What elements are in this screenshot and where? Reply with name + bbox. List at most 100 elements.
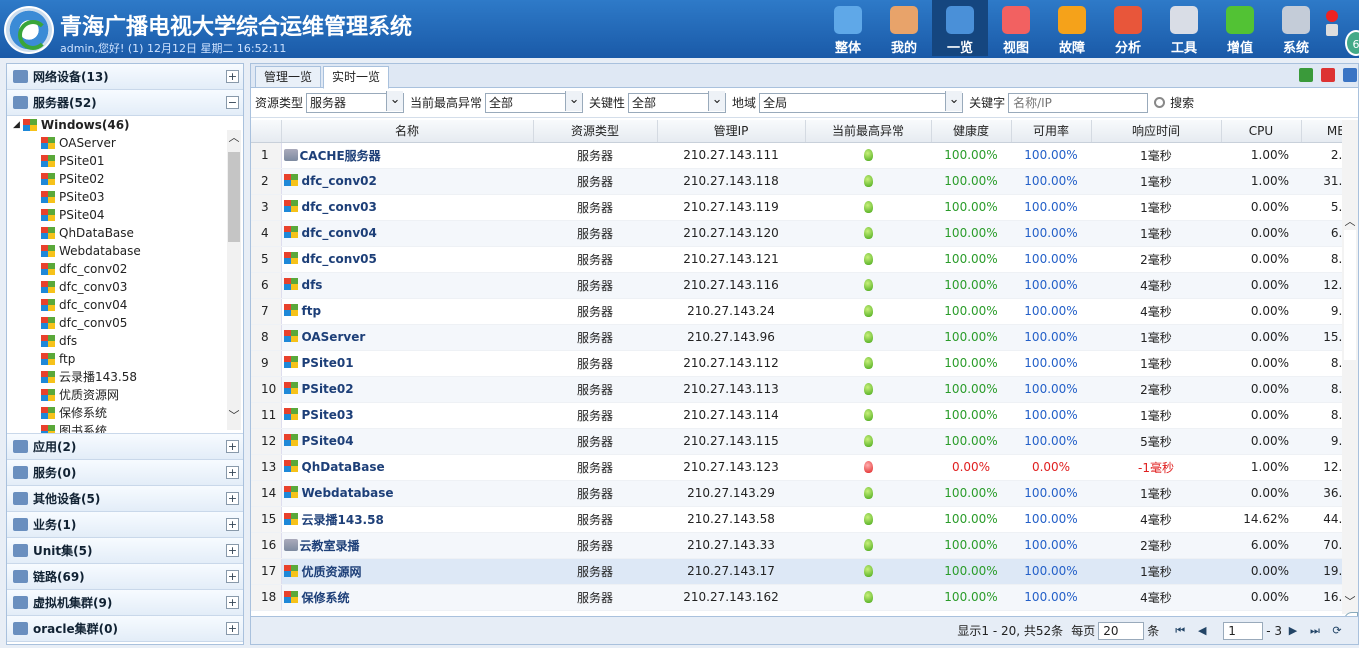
resource-name[interactable]: dfc_conv02 (302, 174, 377, 188)
tree-item[interactable]: dfc_conv04 (7, 296, 243, 314)
nav-topology-button[interactable]: 视图 (988, 0, 1044, 56)
resource-name-cell[interactable]: 云教室录播 (281, 532, 533, 559)
tree-item[interactable]: dfc_conv03 (7, 278, 243, 296)
sidebar-group[interactable]: 网络设备(13) + (7, 64, 243, 90)
expand-icon[interactable]: + (226, 596, 239, 609)
tree-scroll-thumb[interactable] (228, 152, 240, 242)
table-row[interactable]: 17 优质资源网 服务器 210.27.143.17 100.00% 100.00% 1毫秒… (251, 558, 1344, 585)
resource-name-cell[interactable]: ftp (281, 298, 533, 325)
tree-item[interactable]: QhDataBase (7, 224, 243, 242)
resource-name-cell[interactable]: PSite01 (281, 350, 533, 377)
alarm-light-icon[interactable] (1326, 10, 1338, 22)
expand-icon[interactable]: + (226, 440, 239, 453)
column-header[interactable]: 可用率 (1011, 120, 1092, 143)
next-page-icon[interactable]: ▶ (1285, 623, 1301, 639)
resource-name-cell[interactable]: PSite03 (281, 402, 533, 429)
column-header[interactable]: 健康度 (931, 120, 1012, 143)
nav-monitor-button[interactable]: 整体 (820, 0, 876, 56)
resource-name-cell[interactable]: dfc_conv05 (281, 246, 533, 273)
column-header[interactable]: MEM (1301, 120, 1344, 143)
nav-overview-button[interactable]: 一览 (932, 0, 988, 56)
tree-item[interactable]: dfs (7, 332, 243, 350)
table-row[interactable]: 10 PSite02 服务器 210.27.143.113 100.00% 100.00%… (251, 376, 1344, 403)
expand-icon[interactable]: + (226, 622, 239, 635)
table-row[interactable]: 9 PSite01 服务器 210.27.143.112 100.00% 100.00% 1… (251, 350, 1344, 377)
tree-item[interactable]: Webdatabase (7, 242, 243, 260)
expand-icon[interactable]: + (226, 70, 239, 83)
tree-item[interactable]: 优质资源网 (7, 386, 243, 404)
resource-name-cell[interactable]: dfc_conv04 (281, 220, 533, 247)
resource-name[interactable]: PSite04 (302, 434, 354, 448)
resource-name[interactable]: OAServer (302, 330, 366, 344)
tree-item[interactable]: 云录播143.58 (7, 368, 243, 386)
resource-name[interactable]: Webdatabase (302, 486, 394, 500)
prev-page-icon[interactable]: ◀ (1194, 623, 1210, 639)
table-scrollbar[interactable]: ︿ ﹀ (1342, 120, 1358, 614)
keyword-input[interactable] (1008, 92, 1149, 113)
table-row[interactable]: 6 dfs 服务器 210.27.143.116 100.00% 100.00% 4毫秒 0.… (251, 272, 1344, 299)
resource-name-cell[interactable]: 优质资源网 (281, 558, 533, 585)
region-select[interactable]: 全局 (759, 90, 964, 113)
table-row[interactable]: 7 ftp 服务器 210.27.143.24 100.00% 100.00% 4毫秒 0.0… (251, 298, 1344, 325)
column-header[interactable]: 名称 (281, 120, 534, 143)
sidebar-group[interactable]: 应用(2) + (7, 434, 243, 460)
sidebar-group[interactable]: 服务(0) + (7, 460, 243, 486)
resource-name[interactable]: 优质资源网 (302, 565, 362, 579)
expand-icon[interactable]: + (226, 518, 239, 531)
table-row[interactable]: 15 云录播143.58 服务器 210.27.143.58 100.00% 100.00… (251, 506, 1344, 533)
table-scroll-thumb[interactable] (1344, 230, 1356, 360)
tree-item[interactable]: PSite02 (7, 170, 243, 188)
sidebar-group[interactable]: 其他设备(5) + (7, 486, 243, 512)
resource-name[interactable]: CACHE服务器 (300, 149, 381, 163)
resource-name[interactable]: QhDataBase (302, 460, 385, 474)
tab-realtime-overview[interactable]: 实时一览 (323, 66, 390, 89)
export-excel-icon[interactable] (1299, 68, 1313, 82)
nav-gear-button[interactable]: 系统 (1268, 0, 1324, 56)
sidebar-group[interactable]: Unit集(5) + (7, 538, 243, 564)
tree-item[interactable]: 图书系统 (7, 422, 243, 433)
resource-name-cell[interactable]: OAServer (281, 324, 533, 351)
expand-icon[interactable]: + (226, 466, 239, 479)
resource-name[interactable]: 保修系统 (302, 591, 350, 605)
tree-item[interactable]: PSite03 (7, 188, 243, 206)
tree-item[interactable]: dfc_conv02 (7, 260, 243, 278)
table-row[interactable]: 3 dfc_conv03 服务器 210.27.143.119 100.00% 100.0… (251, 194, 1344, 221)
resource-name[interactable]: dfs (302, 278, 323, 292)
sidebar-group[interactable]: 服务器(52) − (7, 90, 243, 116)
resource-name[interactable]: dfc_conv03 (302, 200, 377, 214)
table-row[interactable]: 11 PSite03 服务器 210.27.143.114 100.00% 100.00%… (251, 402, 1344, 429)
column-header[interactable]: 资源类型 (533, 120, 658, 143)
scroll-down-icon[interactable]: ﹀ (1343, 596, 1357, 608)
resource-name[interactable]: dfc_conv05 (302, 252, 377, 266)
export-pdf-icon[interactable] (1321, 68, 1335, 82)
resource-name-cell[interactable]: PSite02 (281, 376, 533, 403)
table-row[interactable]: 16 云教室录播 服务器 210.27.143.33 100.00% 100.00% 2毫秒… (251, 532, 1344, 559)
criticality-select[interactable]: 全部 (628, 90, 727, 113)
first-page-icon[interactable]: ⏮ (1172, 623, 1188, 639)
tree-root[interactable]: ◢ Windows(46) (7, 116, 243, 134)
refresh-icon[interactable]: ⟳ (1329, 623, 1345, 639)
sidebar-group[interactable]: oracle集群(0) + (7, 616, 243, 642)
collapse-icon[interactable]: − (226, 96, 239, 109)
nav-pie-chart-button[interactable]: 分析 (1100, 0, 1156, 56)
expand-icon[interactable]: + (226, 544, 239, 557)
table-row[interactable]: 12 PSite04 服务器 210.27.143.115 100.00% 100.00%… (251, 428, 1344, 455)
nav-user-button[interactable]: 我的 (876, 0, 932, 56)
tree-item[interactable]: PSite01 (7, 152, 243, 170)
resource-name[interactable]: PSite02 (302, 382, 354, 396)
export-word-icon[interactable] (1343, 68, 1357, 82)
resource-name[interactable]: PSite01 (302, 356, 354, 370)
resource-name-cell[interactable]: PSite04 (281, 428, 533, 455)
resource-name-cell[interactable]: dfs (281, 272, 533, 299)
table-row[interactable]: 18 保修系统 服务器 210.27.143.162 100.00% 100.00% 4毫秒… (251, 584, 1344, 611)
resource-name[interactable]: 云录播143.58 (302, 513, 384, 527)
table-row[interactable]: 5 dfc_conv05 服务器 210.27.143.121 100.00% 100.0… (251, 246, 1344, 273)
last-page-icon[interactable]: ⏭ (1307, 623, 1323, 639)
expand-icon[interactable]: + (226, 570, 239, 583)
tree-item[interactable]: dfc_conv05 (7, 314, 243, 332)
scroll-up-icon[interactable]: ︿ (1343, 216, 1357, 228)
scroll-down-icon[interactable]: ﹀ (227, 410, 241, 422)
scroll-up-icon[interactable]: ︿ (227, 132, 241, 144)
table-row[interactable]: 2 dfc_conv02 服务器 210.27.143.118 100.00% 100.0… (251, 168, 1344, 195)
severity-select[interactable]: 全部 (485, 90, 584, 113)
